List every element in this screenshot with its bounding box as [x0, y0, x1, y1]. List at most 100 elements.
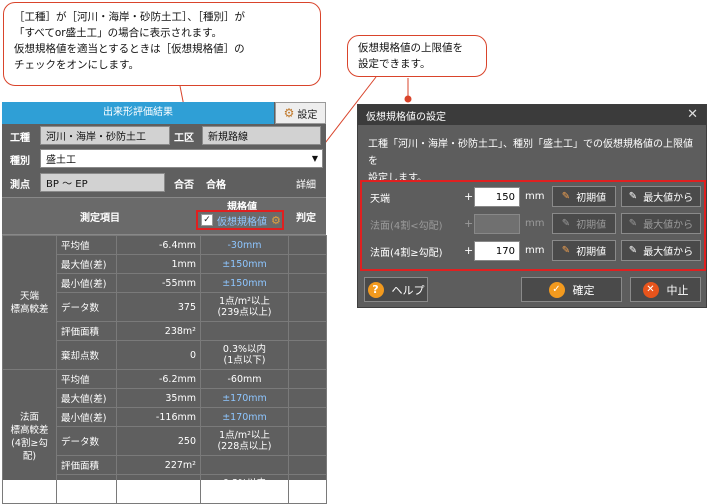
group-name-line: 法面 — [19, 411, 39, 423]
row-value: -6.2mm — [116, 369, 201, 389]
row-value: 0 — [116, 340, 201, 370]
row-label: 平均値 — [56, 369, 117, 389]
virtual-standard-checkbox[interactable]: ✓ 仮想規格値 ⚙ — [196, 210, 284, 230]
row-judge — [288, 321, 327, 341]
checkmark-icon: ✓ — [548, 281, 565, 298]
evaluation-table: 天端 標高較差 平均値 -6.4mm -30mm 最大値(差) 1mm ±150… — [2, 235, 327, 504]
help-label: ヘルプ — [391, 283, 425, 297]
panel-title-bar: 出来形評価結果 — [2, 102, 274, 124]
dialog-description-line: 工種「河川・海岸・砂防土工」、種別「盛土工」での仮想規格値の上限値を — [368, 139, 693, 167]
row-value: -116mm — [116, 407, 201, 427]
row-standard: ±150mm — [200, 254, 289, 274]
row-judge — [288, 455, 327, 475]
slope-gt4-from-max-button[interactable]: ✎ 最大値から — [621, 213, 701, 234]
callout-line: チェックをオンにします。 — [14, 59, 139, 71]
row-standard: 1点/m²以上 (239点以上) — [200, 292, 289, 322]
slope-le4-from-max-button[interactable]: ✎ 最大値から — [621, 240, 701, 261]
slope-le4-initial-value-button[interactable]: ✎ 初期値 — [552, 240, 616, 261]
row-standard-line: (1点以下) — [223, 355, 266, 366]
slope-gt4-initial-value-button[interactable]: ✎ 初期値 — [552, 213, 616, 234]
row-judge — [288, 340, 327, 370]
row-label-slope-le4: 法面(4割≥勾配) — [370, 247, 443, 259]
koushu-value: 河川・海岸・砂防土工 — [46, 132, 146, 143]
close-icon[interactable]: ✕ — [687, 105, 698, 125]
koushu-field: 河川・海岸・砂防土工 — [40, 126, 170, 145]
unit-mm: mm — [525, 218, 545, 229]
group-name-cell: 法面 標高較差 (4割≥勾配) — [2, 369, 57, 504]
plus-sign: + — [464, 217, 474, 230]
ok-label: 確定 — [572, 283, 595, 297]
kouku-label: 工区 — [174, 132, 194, 144]
unit-mm: mm — [525, 191, 545, 202]
help-button[interactable]: ? ヘルプ — [364, 277, 428, 302]
callout-line: 「すべてor盛土工」の場合に表示されます。 — [14, 27, 223, 39]
group-name-line: 標高較差 — [10, 303, 49, 315]
row-label: 最大値(差) — [56, 388, 117, 408]
group-name-line: 天端 — [19, 290, 39, 302]
initial-value-label: 初期値 — [576, 220, 607, 231]
plus-sign: + — [464, 190, 474, 203]
row-judge — [288, 292, 327, 322]
settings-button[interactable]: ⚙ 設定 — [275, 102, 326, 124]
virtual-standard-dialog: 仮想規格値の設定 ✕ 工種「河川・海岸・砂防土工」、種別「盛土工」での仮想規格値… — [357, 104, 707, 308]
header-judge: 判定 — [296, 212, 316, 224]
row-judge — [288, 273, 327, 293]
row-value: -6.4mm — [116, 235, 201, 255]
eraser-icon: ✎ — [561, 218, 571, 229]
row-judge — [288, 474, 327, 504]
row-standard-line: 1点/m²以上 — [219, 430, 270, 441]
cancel-button[interactable]: ✕ 中止 — [630, 277, 701, 302]
shubetsu-select[interactable]: 盛土工 ▼ — [40, 149, 323, 168]
callout-line: 仮想規格値の上限値を — [358, 42, 463, 54]
table-header: 測定項目 規格値 判定 ✓ 仮想規格値 ⚙ — [2, 197, 326, 235]
callout-line: ［工種］が［河川・海岸・砂防土工］、［種別］が — [14, 11, 245, 23]
from-max-label: 最大値から — [643, 247, 694, 258]
row-standard-line: 1点/m²以上 — [219, 296, 270, 307]
row-label: 棄却点数 — [56, 474, 117, 504]
row-standard: ±150mm — [200, 273, 289, 293]
group-name-cell: 天端 標高較差 — [2, 235, 57, 370]
row-standard — [200, 455, 289, 475]
tenba-upper-limit-input[interactable]: 150 — [474, 187, 520, 207]
kouku-value: 新規路線 — [208, 132, 248, 143]
group-name-line: (4割≥勾配) — [11, 437, 48, 462]
row-standard: ±170mm — [200, 388, 289, 408]
callout-line: 設定できます。 — [358, 58, 431, 70]
tenba-initial-value-button[interactable]: ✎ 初期値 — [552, 186, 616, 207]
tenba-from-max-button[interactable]: ✎ 最大値から — [621, 186, 701, 207]
row-value: 35mm — [116, 388, 201, 408]
row-standard-line: 0.3%以内 — [222, 344, 267, 355]
kouku-field: 新規路線 — [202, 126, 321, 145]
row-standard: 0.3%以内 (1点以下) — [200, 340, 289, 370]
settings-icon: ⚙ — [283, 106, 295, 120]
row-value: -55mm — [116, 273, 201, 293]
ok-button[interactable]: ✓ 確定 — [521, 277, 622, 302]
goubi-value: 合格 — [206, 179, 226, 191]
pen-icon: ✎ — [628, 245, 638, 256]
settings-label: 設定 — [297, 109, 318, 121]
evaluation-result-panel: 出来形評価結果 ⚙ 設定 工種 河川・海岸・砂防土工 工区 新規路線 種別 盛土… — [2, 102, 327, 504]
slope-le4-upper-limit-input[interactable]: 170 — [474, 241, 520, 261]
row-judge — [288, 407, 327, 427]
virtual-standard-label: 仮想規格値 — [217, 216, 267, 228]
row-judge — [288, 388, 327, 408]
virtual-standard-settings-icon[interactable]: ⚙ — [271, 214, 281, 227]
checkbox-checked-icon: ✓ — [201, 214, 213, 226]
callout-line: 仮想規格値を適当とするときは［仮想規格値］の — [14, 43, 245, 55]
header-measure-item: 測定項目 — [80, 212, 120, 224]
cancel-x-icon: ✕ — [642, 281, 659, 298]
table-row: 法面 標高較差 (4割≥勾配) 平均値 -6.2mm -60mm — [2, 369, 327, 504]
shubetsu-value: 盛土工 — [46, 155, 76, 166]
detail-button[interactable]: 詳細 — [296, 174, 324, 192]
panel-title: 出来形評価結果 — [103, 107, 173, 118]
row-standard-line: (239点以上) — [217, 307, 272, 318]
row-standard: 0.3%以内 (0点以下) — [200, 474, 289, 504]
row-standard: -30mm — [200, 235, 289, 255]
sokuten-label: 測点 — [10, 179, 30, 191]
slope-gt4-upper-limit-input[interactable] — [474, 214, 520, 234]
row-standard: ±170mm — [200, 407, 289, 427]
plus-sign: + — [464, 244, 474, 257]
pen-icon: ✎ — [628, 218, 638, 229]
row-judge — [288, 254, 327, 274]
pen-icon: ✎ — [628, 191, 638, 202]
